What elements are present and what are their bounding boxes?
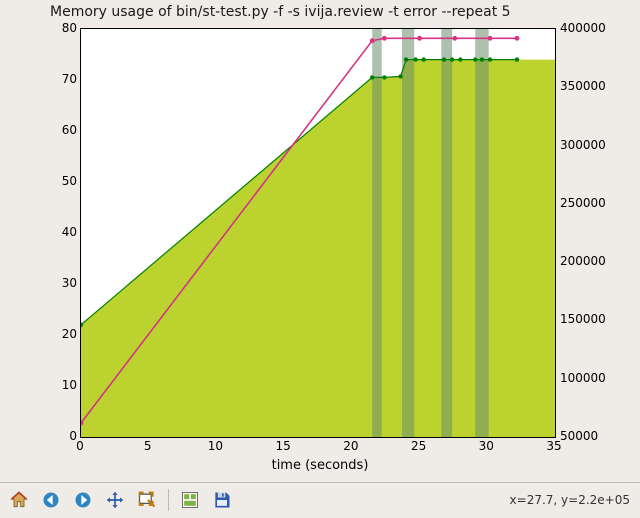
- ytick-left: 20: [17, 328, 77, 340]
- move-icon: [105, 490, 125, 510]
- arrow-right-icon: [73, 490, 93, 510]
- ytick-right: 200000: [560, 255, 630, 267]
- matplotlib-toolbar: x=27.7, y=2.2e+05: [0, 482, 640, 517]
- shaded-band: [475, 29, 489, 437]
- ytick-left: 80: [17, 22, 77, 34]
- pan-button[interactable]: [102, 487, 128, 513]
- save-button[interactable]: [209, 487, 235, 513]
- x-axis-label: time (seconds): [272, 458, 369, 473]
- cursor-readout: x=27.7, y=2.2e+05: [510, 493, 634, 507]
- ytick-right: 100000: [560, 372, 630, 384]
- shaded-band: [372, 29, 382, 437]
- floppy-disk-icon: [212, 490, 232, 510]
- ytick-right: 350000: [560, 80, 630, 92]
- xtick: 20: [331, 440, 371, 452]
- allocated-objects-markers: [81, 36, 519, 426]
- memory-usage-markers: [81, 57, 519, 327]
- ytick-left: 60: [17, 124, 77, 136]
- ytick-left: 40: [17, 226, 77, 238]
- subplots-icon: [180, 490, 200, 510]
- ytick-right: 400000: [560, 22, 630, 34]
- configure-subplots-button[interactable]: [177, 487, 203, 513]
- xtick: 5: [128, 440, 168, 452]
- xtick: 0: [60, 440, 100, 452]
- home-button[interactable]: [6, 487, 32, 513]
- xtick: 25: [399, 440, 439, 452]
- xtick: 35: [534, 440, 574, 452]
- chart-title: Memory usage of bin/st-test.py -f -s ivi…: [50, 4, 511, 20]
- ytick-right: 150000: [560, 313, 630, 325]
- zoom-button[interactable]: [134, 487, 160, 513]
- ytick-right: 250000: [560, 197, 630, 209]
- shaded-band: [402, 29, 414, 437]
- ytick-left: 70: [17, 73, 77, 85]
- ytick-left: 10: [17, 379, 77, 391]
- shaded-band: [441, 29, 452, 437]
- xtick: 10: [195, 440, 235, 452]
- axes[interactable]: [80, 28, 556, 438]
- forward-button[interactable]: [70, 487, 96, 513]
- toolbar-separator: [168, 489, 169, 511]
- zoom-rect-icon: [137, 490, 157, 510]
- figure-canvas[interactable]: Memory usage of bin/st-test.py -f -s ivi…: [0, 0, 640, 482]
- ytick-right: 300000: [560, 139, 630, 151]
- ytick-left: 50: [17, 175, 77, 187]
- back-button[interactable]: [38, 487, 64, 513]
- xtick: 15: [263, 440, 303, 452]
- ytick-left: 30: [17, 277, 77, 289]
- xtick: 30: [466, 440, 506, 452]
- home-icon: [9, 490, 29, 510]
- arrow-left-icon: [41, 490, 61, 510]
